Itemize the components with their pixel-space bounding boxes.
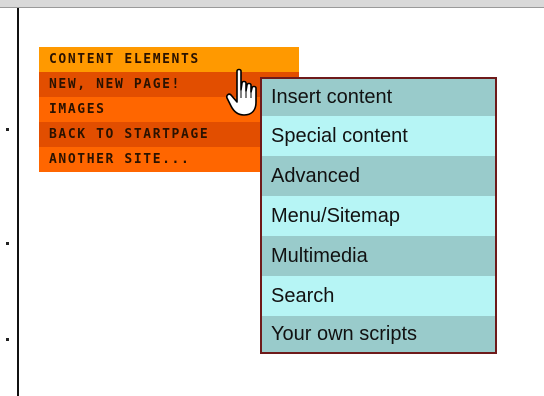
submenu-item-menu-sitemap[interactable]: Menu/Sitemap bbox=[262, 196, 495, 236]
submenu-item-advanced[interactable]: Advanced bbox=[262, 156, 495, 196]
submenu-item-multimedia[interactable]: Multimedia bbox=[262, 236, 495, 276]
submenu-item-special-content[interactable]: Special content bbox=[262, 116, 495, 156]
window-top-bar bbox=[0, 0, 544, 8]
frame-tick bbox=[6, 338, 9, 341]
submenu-item-search[interactable]: Search bbox=[262, 276, 495, 316]
frame-border bbox=[17, 8, 19, 396]
submenu-item-insert-content[interactable]: Insert content bbox=[262, 79, 495, 116]
submenu-item-your-own-scripts[interactable]: Your own scripts bbox=[262, 316, 495, 352]
submenu-content-elements: Insert content Special content Advanced … bbox=[260, 77, 497, 354]
frame-tick bbox=[6, 128, 9, 131]
hand-pointer-icon bbox=[226, 68, 257, 116]
frame-tick bbox=[6, 242, 9, 245]
